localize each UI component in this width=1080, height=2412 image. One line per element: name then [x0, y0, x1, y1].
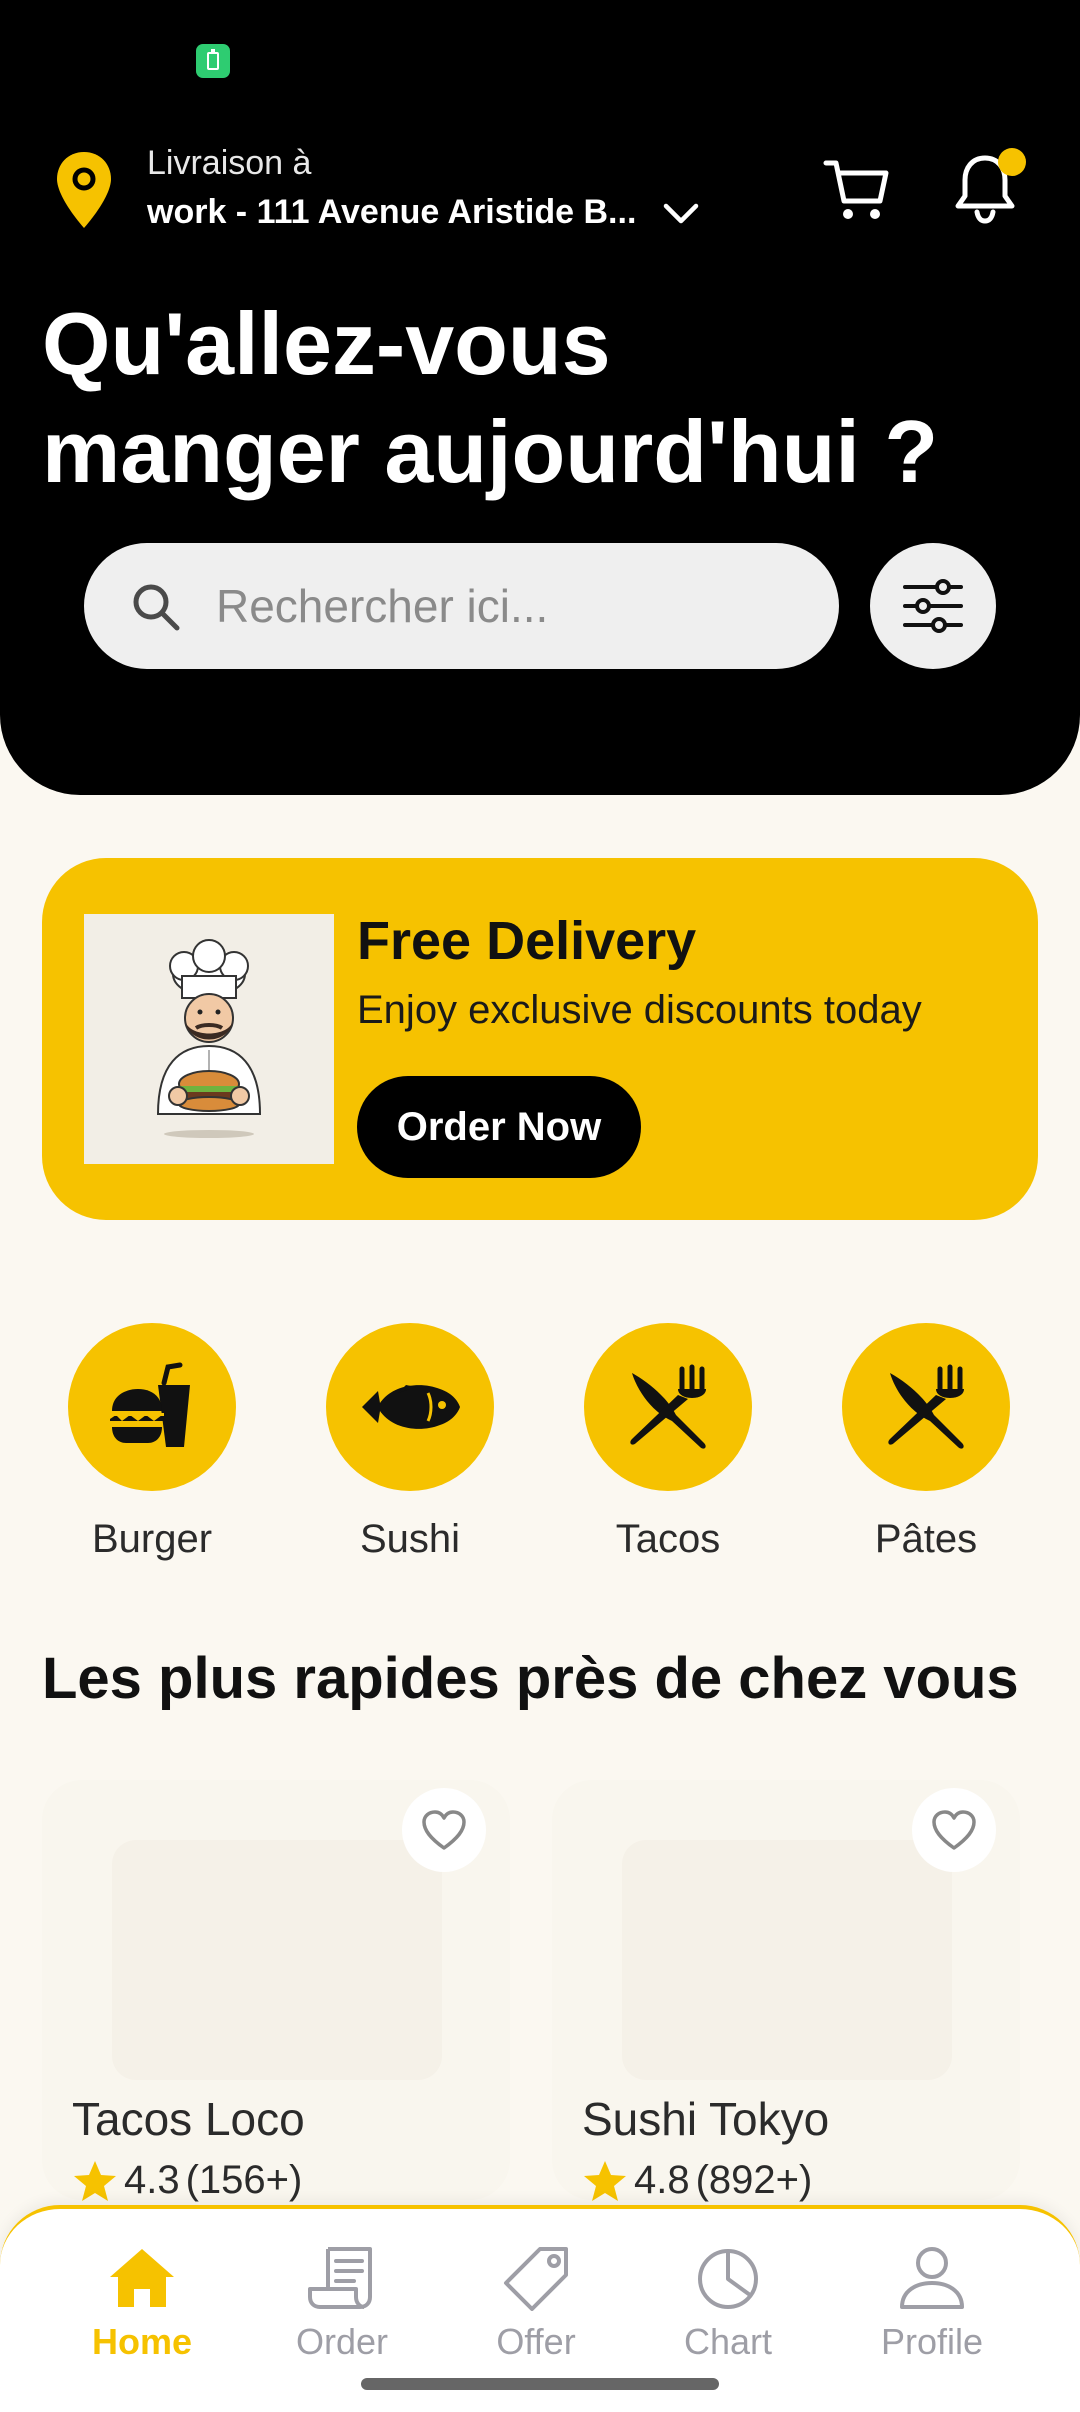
delivery-address[interactable]: work - 111 Avenue Aristide B... — [147, 192, 636, 232]
location-pin-icon[interactable] — [54, 150, 114, 230]
heart-icon — [422, 1810, 466, 1850]
utensils-crossed-icon — [888, 1364, 964, 1449]
header: Livraison à work - 111 Avenue Aristide B… — [0, 0, 1080, 795]
star-icon — [74, 2160, 116, 2201]
rating-value: 4.8 — [634, 2158, 690, 2202]
nav-offer[interactable]: Offer — [446, 2245, 626, 2363]
chevron-down-icon[interactable] — [660, 196, 702, 232]
heart-icon — [932, 1810, 976, 1850]
filter-button[interactable] — [870, 543, 996, 669]
promo-title: Free Delivery — [357, 911, 697, 971]
category-tacos[interactable]: Tacos — [568, 1323, 768, 1562]
nav-label: Offer — [496, 2321, 576, 2362]
category-label: Pâtes — [874, 1517, 978, 1561]
restaurant-card[interactable]: Sushi Tokyo 4.8 (892+) — [552, 1780, 1020, 2203]
search-icon — [133, 584, 180, 631]
category-label: Tacos — [615, 1517, 721, 1561]
restaurant-card[interactable]: Tacos Loco 4.3 (156+) — [42, 1780, 510, 2203]
fish-icon — [362, 1385, 460, 1429]
favorite-button[interactable] — [912, 1788, 996, 1872]
restaurant-image — [622, 1840, 952, 2080]
category-burger[interactable]: Burger — [52, 1323, 252, 1562]
restaurant-rating: 4.3 (156+) — [72, 2158, 302, 2203]
delivery-label: Livraison à — [147, 144, 312, 182]
sliders-icon — [903, 579, 963, 633]
receipt-icon — [308, 2247, 372, 2309]
chef-illustration — [84, 914, 334, 1164]
nav-label: Order — [295, 2321, 389, 2362]
nav-label: Chart — [683, 2321, 773, 2362]
search-bar[interactable] — [84, 543, 839, 669]
nav-label: Home — [91, 2321, 193, 2362]
utensils-crossed-icon — [630, 1364, 706, 1449]
nav-profile[interactable]: Profile — [842, 2245, 1022, 2363]
headline-line-1: Qu'allez-vous — [42, 294, 611, 393]
battery-saver-icon — [196, 44, 230, 78]
category-label: Sushi — [359, 1517, 461, 1561]
star-icon — [584, 2160, 626, 2201]
review-count: (892+) — [695, 2158, 813, 2202]
category-pates[interactable]: Pâtes — [826, 1323, 1026, 1562]
favorite-button[interactable] — [402, 1788, 486, 1872]
category-sushi[interactable]: Sushi — [310, 1323, 510, 1562]
burger-drink-icon — [110, 1362, 190, 1447]
section-title: Les plus rapides près de chez vous — [42, 1646, 1019, 1711]
headline-line-2: manger aujourd'hui ? — [42, 402, 939, 501]
restaurant-name: Sushi Tokyo — [582, 2093, 830, 2145]
nav-label: Profile — [880, 2321, 984, 2362]
tag-icon — [504, 2247, 568, 2311]
category-circle[interactable] — [842, 1323, 1010, 1491]
page-headline: Qu'allez-vous manger aujourd'hui ? — [42, 290, 1042, 506]
nav-home[interactable]: Home — [52, 2245, 232, 2363]
user-icon — [900, 2247, 964, 2309]
category-circle[interactable] — [326, 1323, 494, 1491]
home-indicator[interactable] — [361, 2378, 719, 2390]
home-icon — [110, 2249, 174, 2307]
promo-subtitle: Enjoy exclusive discounts today — [357, 988, 922, 1032]
notification-badge — [998, 148, 1026, 176]
nav-chart[interactable]: Chart — [638, 2245, 818, 2363]
review-count: (156+) — [185, 2158, 303, 2202]
rating-value: 4.3 — [124, 2158, 180, 2202]
order-now-button[interactable]: Order Now — [357, 1076, 641, 1178]
nav-order[interactable]: Order — [252, 2245, 432, 2363]
category-label: Burger — [91, 1517, 213, 1561]
category-circle[interactable] — [584, 1323, 752, 1491]
promo-banner[interactable]: Free Delivery Enjoy exclusive discounts … — [42, 858, 1038, 1220]
search-input[interactable] — [216, 573, 796, 639]
category-circle[interactable] — [68, 1323, 236, 1491]
restaurant-rating: 4.8 (892+) — [582, 2158, 812, 2203]
restaurant-name: Tacos Loco — [72, 2093, 305, 2145]
cart-icon[interactable] — [822, 155, 892, 225]
pie-chart-icon — [698, 2249, 758, 2309]
restaurant-image — [112, 1840, 442, 2080]
